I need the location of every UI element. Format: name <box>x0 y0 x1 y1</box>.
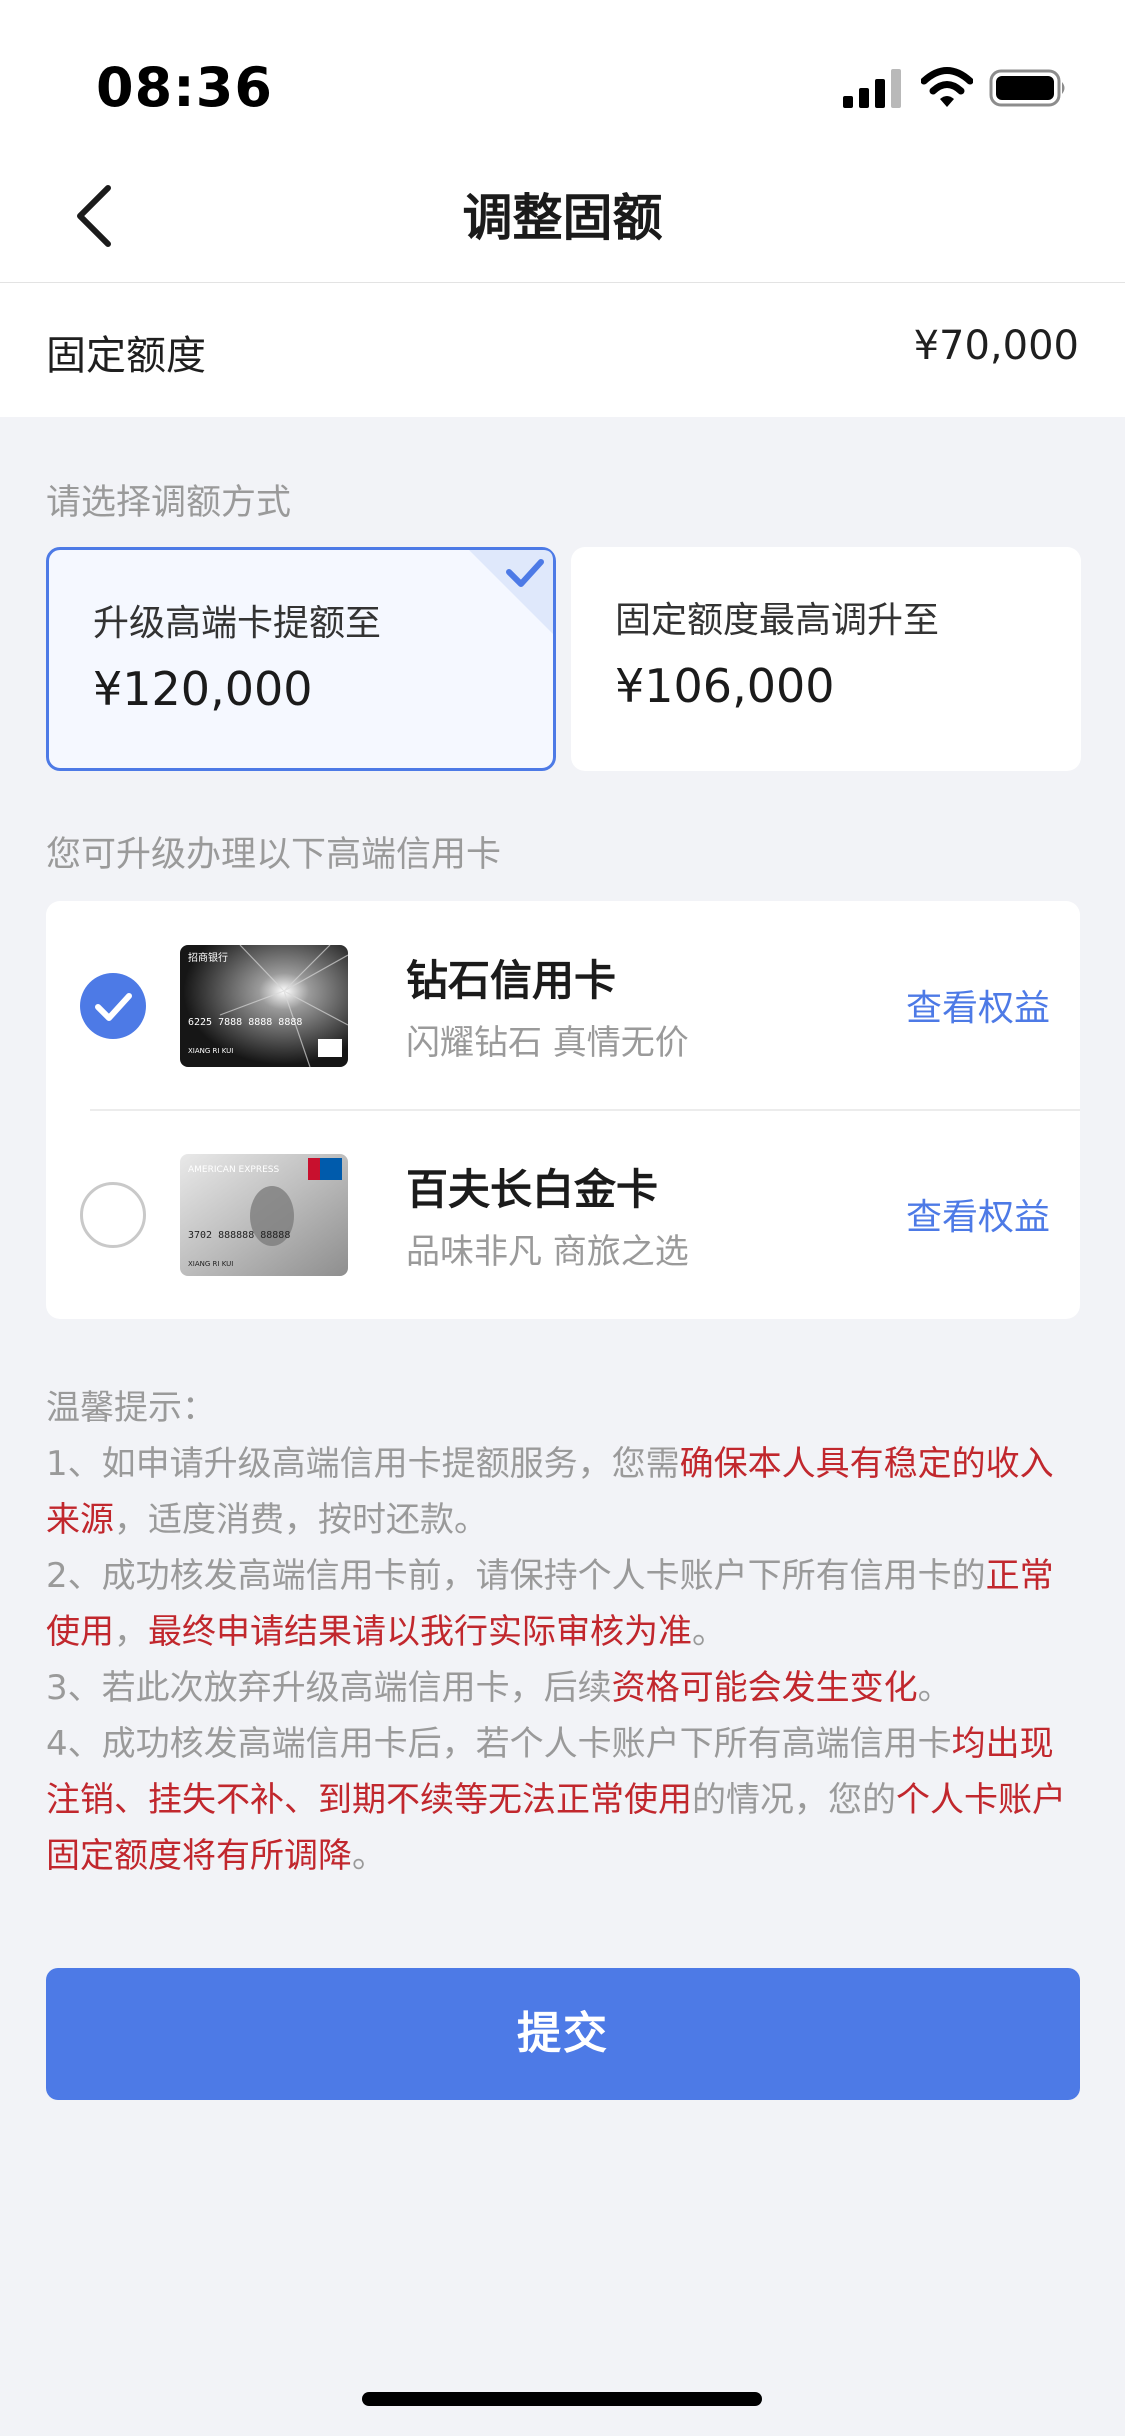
centurion-card-image: AMERICAN EXPRESS 3702 888888 88888 XIANG… <box>180 1154 348 1276</box>
home-indicator <box>362 2392 762 2406</box>
warm-tips: 温馨提示： 1、如申请升级高端信用卡提额服务，您需确保本人具有稳定的收入来源，适… <box>46 1380 1086 1884</box>
status-time: 08:36 <box>96 56 273 119</box>
diamond-card-image: 招商银行 6225 7888 8888 8888 XIANG RI KUI <box>180 945 348 1067</box>
option-title: 升级高端卡提额至 <box>93 603 382 644</box>
card-slogan: 品味非凡 商旅之选 <box>406 1232 689 1272</box>
card-row-centurion[interactable]: AMERICAN EXPRESS 3702 888888 88888 XIANG… <box>46 1110 1080 1319</box>
option-title: 固定额度最高调升至 <box>615 600 940 641</box>
card-holder: XIANG RI KUI <box>188 1260 233 1268</box>
choose-method-label: 请选择调额方式 <box>46 483 292 523</box>
status-bar: 08:36 <box>0 0 1125 150</box>
tip-item-2: 2、成功核发高端信用卡前，请保持个人卡账户下所有信用卡的正常使用，最终申请结果请… <box>46 1556 1054 1652</box>
submit-button[interactable]: 提交 <box>46 1968 1080 2100</box>
card-bank-logo: 招商银行 <box>188 951 228 964</box>
battery-icon <box>989 69 1065 107</box>
radio-checked-icon[interactable] <box>80 973 146 1039</box>
view-benefits-link[interactable]: 查看权益 <box>906 979 1050 1031</box>
fixed-limit-row: 固定额度 ¥70,000 <box>0 283 1125 417</box>
tip-item-1: 1、如申请升级高端信用卡提额服务，您需确保本人具有稳定的收入来源，适度消费，按时… <box>46 1444 1054 1540</box>
card-brand-logo: AMERICAN EXPRESS <box>188 1165 279 1175</box>
option-upgrade-card[interactable]: 升级高端卡提额至 ¥120,000 <box>46 547 556 771</box>
option-fixed-limit-card[interactable]: 固定额度最高调升至 ¥106,000 <box>571 547 1081 771</box>
fixed-limit-value: ¥70,000 <box>913 323 1079 369</box>
card-name: 钻石信用卡 <box>406 956 617 1005</box>
option-amount: ¥120,000 <box>93 662 313 716</box>
card-list: 招商银行 6225 7888 8888 8888 XIANG RI KUI 钻石… <box>46 901 1080 1319</box>
card-holder: XIANG RI KUI <box>188 1047 233 1055</box>
wifi-icon <box>921 67 973 107</box>
tip-item-4: 4、成功核发高端信用卡后，若个人卡账户下所有高端信用卡均出现注销、挂失不补、到期… <box>46 1724 1066 1876</box>
card-slogan: 闪耀钻石 真情无价 <box>406 1023 689 1063</box>
navigation-bar: 调整固额 <box>0 150 1125 283</box>
upgrade-cards-label: 您可升级办理以下高端信用卡 <box>46 835 502 875</box>
card-number: 6225 7888 8888 8888 <box>188 1017 302 1028</box>
card-name: 百夫长白金卡 <box>406 1165 659 1214</box>
status-icons <box>841 66 1071 110</box>
checkmark-icon <box>95 993 132 1021</box>
tips-title: 温馨提示： <box>46 1388 216 1428</box>
cellular-signal-icon <box>843 69 901 108</box>
option-amount: ¥106,000 <box>615 659 835 713</box>
tip-item-3: 3、若此次放弃升级高端信用卡，后续资格可能会发生变化。 <box>46 1668 952 1708</box>
fixed-limit-label: 固定额度 <box>46 333 206 379</box>
page-title: 调整固额 <box>462 189 663 247</box>
card-row-diamond[interactable]: 招商银行 6225 7888 8888 8888 XIANG RI KUI 钻石… <box>46 901 1080 1111</box>
radio-unchecked-icon[interactable] <box>80 1182 146 1248</box>
selected-check-icon <box>469 550 553 634</box>
card-number: 3702 888888 88888 <box>188 1230 290 1241</box>
view-benefits-link[interactable]: 查看权益 <box>906 1188 1050 1240</box>
